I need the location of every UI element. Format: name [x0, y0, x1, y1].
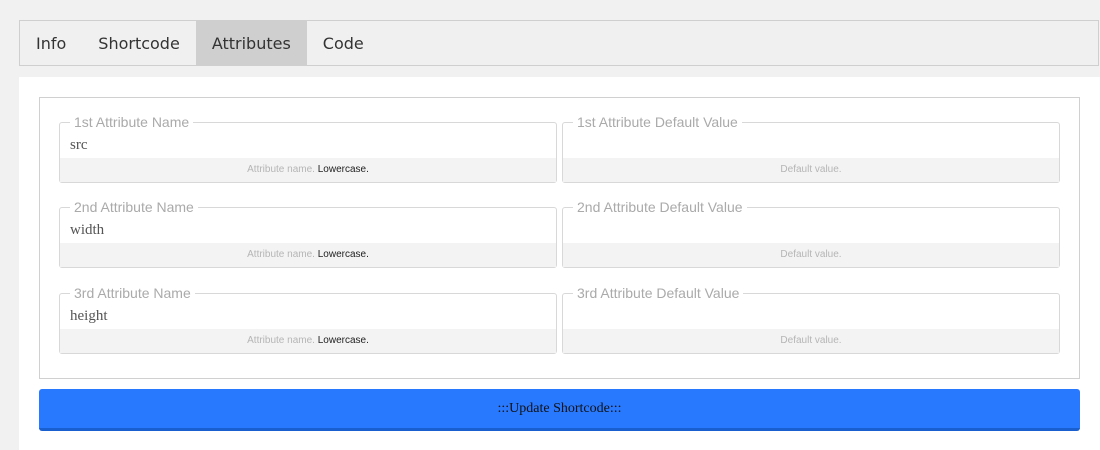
attribute-3-name-help-emphasis: Lowercase.	[317, 335, 369, 346]
attribute-2-default-field: 2nd Attribute Default Value Default valu…	[562, 199, 1060, 268]
attribute-1-default-label: 1st Attribute Default Value	[573, 114, 742, 130]
attribute-1-name-field: 1st Attribute Name Attribute name. Lower…	[59, 114, 557, 183]
attribute-2-name-label: 2nd Attribute Name	[70, 199, 198, 215]
tab-info[interactable]: Info	[20, 21, 82, 66]
attribute-1-name-label: 1st Attribute Name	[70, 114, 194, 130]
tab-attributes[interactable]: Attributes	[195, 21, 307, 66]
attribute-1-name-help-text: Attribute name.	[247, 164, 315, 175]
attribute-2-default-label: 2nd Attribute Default Value	[573, 199, 747, 215]
attribute-1-name-help-emphasis: Lowercase.	[317, 164, 369, 175]
attribute-3-default-help: Default value.	[563, 329, 1059, 353]
attribute-1-default-input[interactable]	[573, 137, 1043, 154]
attribute-3-name-help: Attribute name. Lowercase.	[60, 329, 556, 353]
attributes-fieldset: 1st Attribute Name Attribute name. Lower…	[39, 97, 1080, 379]
attribute-3-default-field: 3rd Attribute Default Value Default valu…	[562, 285, 1060, 354]
tab-bar: Info Shortcode Attributes Code	[19, 20, 1099, 66]
tab-code[interactable]: Code	[307, 21, 380, 66]
attribute-3-default-label: 3rd Attribute Default Value	[573, 285, 744, 301]
attribute-1-name-help: Attribute name. Lowercase.	[60, 158, 556, 182]
attribute-2-default-input[interactable]	[573, 222, 1043, 239]
attribute-3-name-field: 3rd Attribute Name Attribute name. Lower…	[59, 285, 557, 354]
attribute-2-name-help: Attribute name. Lowercase.	[60, 243, 556, 267]
attributes-panel: 1st Attribute Name Attribute name. Lower…	[19, 77, 1100, 450]
attribute-2-default-help: Default value.	[563, 243, 1059, 267]
attribute-3-name-input[interactable]	[70, 308, 540, 325]
attribute-2-name-help-emphasis: Lowercase.	[317, 249, 369, 260]
update-shortcode-button[interactable]: :::Update Shortcode:::	[39, 389, 1080, 431]
attribute-3-name-help-text: Attribute name.	[247, 335, 315, 346]
attribute-2-name-input[interactable]	[70, 222, 540, 239]
attribute-1-name-input[interactable]	[70, 137, 540, 154]
attribute-2-name-help-text: Attribute name.	[247, 249, 315, 260]
tab-shortcode[interactable]: Shortcode	[82, 21, 196, 66]
attribute-3-name-label: 3rd Attribute Name	[70, 285, 195, 301]
attribute-3-default-input[interactable]	[573, 308, 1043, 325]
attribute-1-default-field: 1st Attribute Default Value Default valu…	[562, 114, 1060, 183]
attribute-2-name-field: 2nd Attribute Name Attribute name. Lower…	[59, 199, 557, 268]
attribute-1-default-help: Default value.	[563, 158, 1059, 182]
